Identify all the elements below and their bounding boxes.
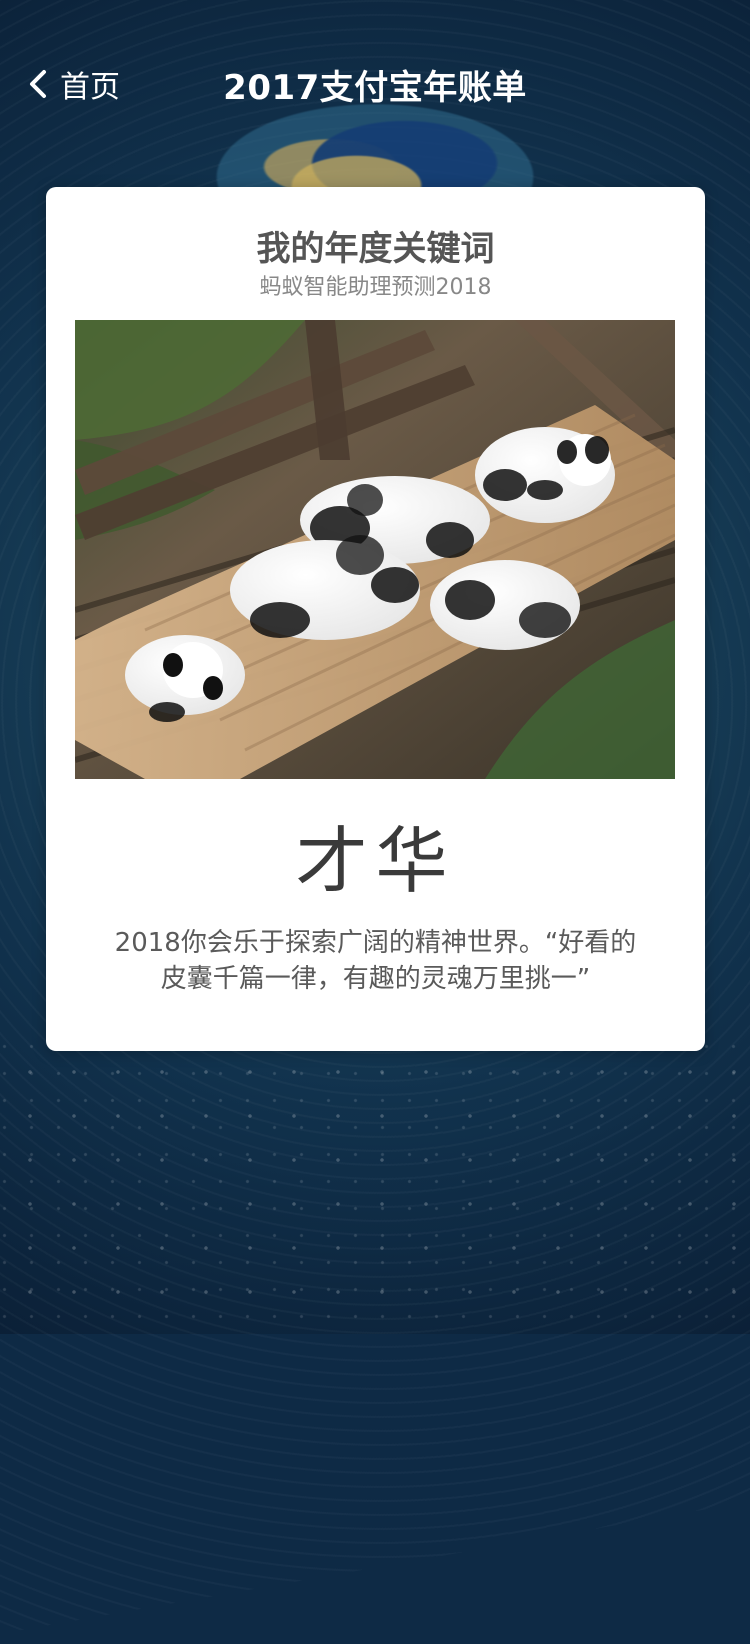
- keyword-text: 才华: [295, 819, 456, 903]
- keyword-card: 我的年度关键词 蚂蚁智能助理预测2018 才华 2018你会乐于探索广阔的精神世…: [46, 187, 705, 1051]
- card-subtitle: 蚂蚁智能助理预测2018: [259, 275, 492, 300]
- card-title: 我的年度关键词: [256, 229, 495, 269]
- page-title: 2017支付宝年账单: [223, 68, 527, 108]
- background-stars: [0, 1040, 750, 1334]
- top-bar: 首页 2017支付宝年账单: [0, 44, 750, 124]
- keyword-description: 2018你会乐于探索广阔的精神世界。“好看的皮囊千篇一律，有趣的灵魂万里挑一”: [114, 928, 637, 994]
- pandas-illustration: [75, 320, 675, 779]
- pandas-photo: [75, 320, 675, 779]
